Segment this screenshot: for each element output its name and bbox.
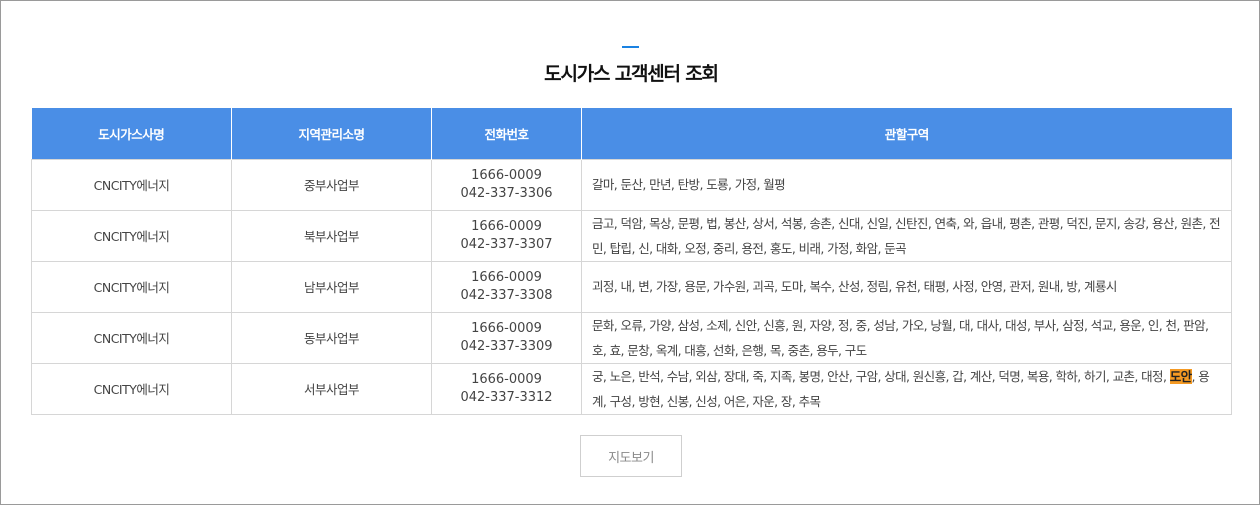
phone-secondary: 042-337-3312 xyxy=(460,389,553,405)
phone-primary: 1666-0009 xyxy=(471,269,542,285)
page-frame: 도시가스 고객센터 조회 도시가스사명 지역관리소명 전화번호 관할구역 CNC… xyxy=(0,0,1260,505)
company-cell: CNCITY에너지 xyxy=(31,209,232,262)
table-row: CNCITY에너지 동부사업부 1666-0009 042-337-3309 문… xyxy=(31,311,1232,364)
phone-secondary: 042-337-3306 xyxy=(460,185,553,201)
company-cell: CNCITY에너지 xyxy=(31,260,232,313)
view-map-button[interactable]: 지도보기 xyxy=(580,435,682,477)
phone-primary: 1666-0009 xyxy=(471,371,542,387)
column-header-office: 지역관리소명 xyxy=(231,108,432,159)
phone-primary: 1666-0009 xyxy=(471,218,542,234)
table-row: CNCITY에너지 서부사업부 1666-0009 042-337-3312 궁… xyxy=(31,362,1232,415)
table-row: CNCITY에너지 북부사업부 1666-0009 042-337-3307 금… xyxy=(31,209,1232,262)
phone-primary: 1666-0009 xyxy=(471,167,542,183)
phone-cell: 1666-0009 042-337-3312 xyxy=(431,362,582,415)
area-cell: 금고, 덕암, 목상, 문평, 법, 봉산, 상서, 석봉, 송촌, 신대, 신… xyxy=(581,209,1232,262)
phone-cell: 1666-0009 042-337-3306 xyxy=(431,158,582,211)
column-header-area: 관할구역 xyxy=(581,108,1232,159)
table-header-row: 도시가스사명 지역관리소명 전화번호 관할구역 xyxy=(31,108,1232,159)
area-cell: 갈마, 둔산, 만년, 탄방, 도룡, 가정, 월평 xyxy=(581,158,1232,211)
phone-secondary: 042-337-3308 xyxy=(460,287,553,303)
title-accent-bar xyxy=(622,46,639,48)
customer-center-table: 도시가스사명 지역관리소명 전화번호 관할구역 CNCITY에너지 중부사업부 … xyxy=(31,108,1232,415)
phone-cell: 1666-0009 042-337-3307 xyxy=(431,209,582,262)
column-header-company: 도시가스사명 xyxy=(31,108,232,159)
phone-cell: 1666-0009 042-337-3308 xyxy=(431,260,582,313)
area-cell: 문화, 오류, 가양, 삼성, 소제, 신안, 신흥, 원, 자양, 정, 중,… xyxy=(581,311,1232,364)
area-text: 궁, 노은, 반석, 수남, 외삼, 장대, 죽, 지족, 봉명, 안산, 구암… xyxy=(592,368,1170,384)
phone-secondary: 042-337-3309 xyxy=(460,338,553,354)
page-title: 도시가스 고객센터 조회 xyxy=(544,63,719,85)
phone-cell: 1666-0009 042-337-3309 xyxy=(431,311,582,364)
table-row: CNCITY에너지 중부사업부 1666-0009 042-337-3306 갈… xyxy=(31,158,1232,211)
phone-primary: 1666-0009 xyxy=(471,320,542,336)
office-cell: 서부사업부 xyxy=(231,362,432,415)
area-cell: 괴정, 내, 변, 가장, 용문, 가수원, 괴곡, 도마, 복수, 산성, 정… xyxy=(581,260,1232,313)
area-cell: 궁, 노은, 반석, 수남, 외삼, 장대, 죽, 지족, 봉명, 안산, 구암… xyxy=(581,362,1232,415)
office-cell: 북부사업부 xyxy=(231,209,432,262)
company-cell: CNCITY에너지 xyxy=(31,362,232,415)
company-cell: CNCITY에너지 xyxy=(31,158,232,211)
column-header-phone: 전화번호 xyxy=(431,108,582,159)
highlighted-area: 도안 xyxy=(1169,368,1192,384)
table-row: CNCITY에너지 남부사업부 1666-0009 042-337-3308 괴… xyxy=(31,260,1232,313)
office-cell: 동부사업부 xyxy=(231,311,432,364)
phone-secondary: 042-337-3307 xyxy=(460,236,553,252)
office-cell: 남부사업부 xyxy=(231,260,432,313)
office-cell: 중부사업부 xyxy=(231,158,432,211)
company-cell: CNCITY에너지 xyxy=(31,311,232,364)
